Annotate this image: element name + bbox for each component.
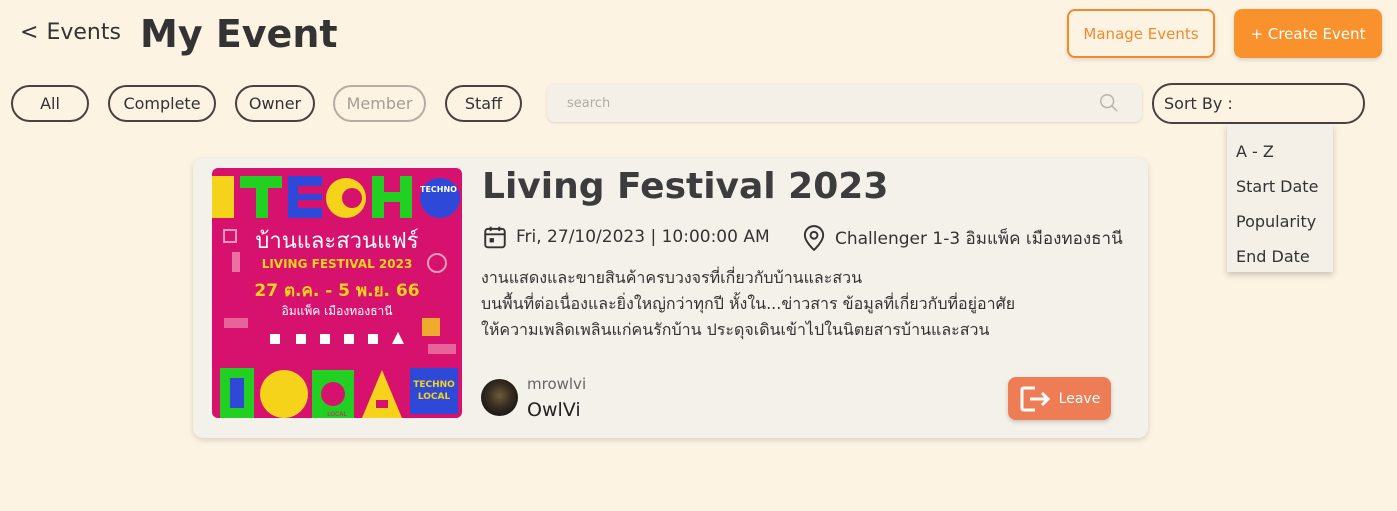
page-title: My Event: [140, 12, 338, 56]
chevron-left-icon: <: [20, 20, 39, 45]
poster-dates: 27 ต.ค. - 5 พ.ย. 66: [254, 281, 419, 301]
sort-by-dropdown[interactable]: Sort By :: [1152, 83, 1365, 124]
description-line: บนพื้นที่ต่อเนื่องและยิ่งใหญ่กว่าทุกปี ห…: [481, 294, 1016, 313]
filter-member[interactable]: Member: [333, 85, 426, 122]
filter-complete[interactable]: Complete: [108, 85, 216, 122]
search-bar: [547, 84, 1142, 122]
owner-username: mrowlvi: [527, 375, 587, 393]
event-card[interactable]: TECHNO บ้านและสวนแฟร์ LIVING FESTIVAL 20…: [193, 158, 1148, 438]
location-pin-icon: [803, 225, 825, 252]
owner-display-name: OwlVi: [527, 399, 581, 421]
manage-events-button[interactable]: Manage Events: [1067, 9, 1215, 58]
poster-thai-title: บ้านและสวนแฟร์: [255, 229, 418, 254]
sort-menu: A - Z Start Date Popularity End Date: [1227, 124, 1333, 272]
poster-venue: อิมแพ็ค เมืองทองธานี: [282, 303, 393, 318]
event-date: Fri, 27/10/2023 | 10:00:00 AM: [482, 224, 770, 250]
search-input[interactable]: [567, 95, 1067, 111]
event-location-text: Challenger 1-3 อิมแพ็ค เมืองทองธานี: [835, 228, 1123, 249]
filter-all[interactable]: All: [11, 85, 89, 122]
exit-icon: [1020, 386, 1050, 411]
back-link-label: Events: [46, 20, 121, 45]
event-poster-image: TECHNO บ้านและสวนแฟร์ LIVING FESTIVAL 20…: [212, 168, 462, 418]
description-line: งานแสดงและขายสินค้าครบวงจรที่เกี่ยวกับบ้…: [481, 268, 863, 287]
event-title[interactable]: Living Festival 2023: [482, 166, 888, 207]
poster-subtitle: LIVING FESTIVAL 2023: [262, 257, 413, 271]
filter-staff[interactable]: Staff: [445, 85, 522, 122]
poster-badge-line1: TECHNO: [413, 380, 455, 390]
create-event-button[interactable]: + Create Event: [1234, 9, 1382, 58]
sort-option-popularity[interactable]: Popularity: [1227, 204, 1333, 239]
back-to-events-link[interactable]: < Events: [20, 20, 121, 45]
poster-bottom-text: LOCAL: [327, 411, 347, 418]
filter-owner[interactable]: Owner: [235, 85, 315, 122]
event-location: Challenger 1-3 อิมแพ็ค เมืองทองธานี: [801, 224, 1123, 252]
calendar-icon: [484, 226, 506, 249]
leave-button[interactable]: Leave: [1008, 377, 1111, 420]
poster-top-text: TECHNO: [420, 185, 457, 194]
event-description: งานแสดงและขายสินค้าครบวงจรที่เกี่ยวกับบ้…: [481, 265, 1121, 343]
poster-badge-line2: LOCAL: [418, 392, 451, 402]
sort-option-start-date[interactable]: Start Date: [1227, 169, 1333, 204]
avatar: [481, 379, 518, 416]
leave-button-label: Leave: [1058, 390, 1101, 407]
sort-option-a-z[interactable]: A - Z: [1227, 134, 1333, 169]
description-line: ให้ความเพลิดเพลินแก่คนรักบ้าน ประดุจเดิน…: [481, 320, 990, 339]
sort-option-end-date[interactable]: End Date: [1227, 239, 1333, 274]
search-icon[interactable]: [1098, 92, 1120, 114]
event-date-text: Fri, 27/10/2023 | 10:00:00 AM: [516, 227, 770, 247]
